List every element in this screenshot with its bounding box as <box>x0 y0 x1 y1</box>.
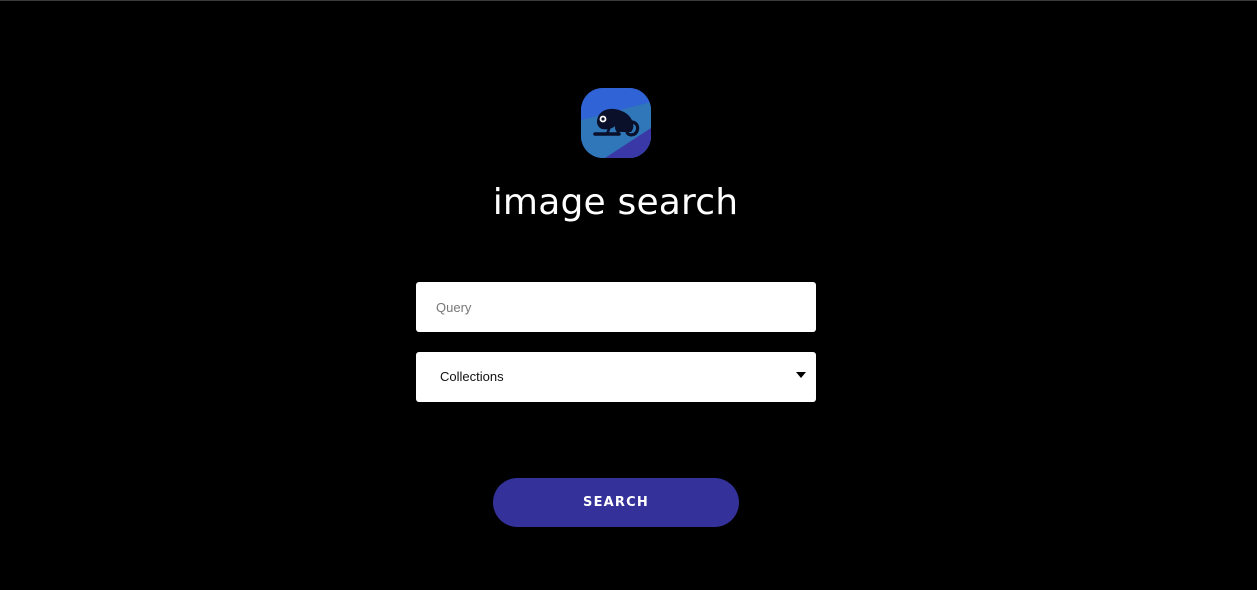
query-input[interactable] <box>416 282 816 332</box>
collections-select[interactable]: Collections <box>416 352 816 402</box>
query-field[interactable] <box>416 282 816 332</box>
chameleon-icon <box>581 88 651 158</box>
search-button[interactable]: SEARCH <box>493 478 739 527</box>
chevron-down-icon <box>796 372 806 378</box>
app-logo <box>581 88 651 158</box>
collections-select-value: Collections <box>440 369 504 384</box>
page-title: image search <box>492 182 739 223</box>
search-page: image search Collections SEARCH <box>0 0 1257 590</box>
